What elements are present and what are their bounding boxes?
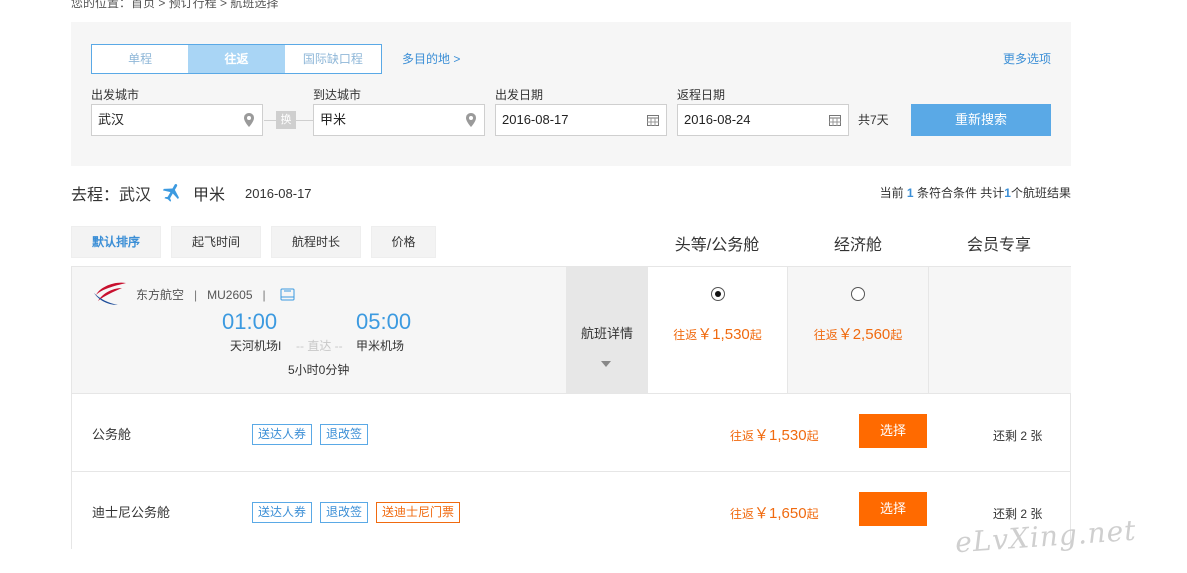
tab-one-way[interactable]: 单程 xyxy=(92,45,188,73)
multi-destination-link[interactable]: 多目的地 > xyxy=(402,50,460,67)
arrival-airport: 甲米机场 xyxy=(356,339,405,353)
trip-type-tabs: 单程 往返 国际缺口程 xyxy=(91,44,382,74)
from-city-label: 出发城市 xyxy=(91,88,140,102)
search-panel: 单程 往返 国际缺口程 多目的地 > 更多选项 出发城市 武汉 换 到达城市 甲… xyxy=(71,22,1071,166)
fare-radio-first-business[interactable] xyxy=(711,287,725,301)
fare-suffix: 起 xyxy=(749,328,762,342)
divider: | xyxy=(194,287,198,302)
airline-info: 东方航空 | MU2605 | xyxy=(136,286,295,303)
location-pin-icon xyxy=(244,113,254,127)
class-header-first-business: 头等/公务舱 xyxy=(674,237,760,254)
result-match-count: 1 xyxy=(906,186,914,200)
swap-line-left xyxy=(264,120,276,121)
tag-disney-ticket[interactable]: 送迪士尼门票 xyxy=(376,502,461,523)
china-eastern-logo-icon xyxy=(94,282,126,305)
fare-economy[interactable]: 往返￥2,560起 xyxy=(788,267,929,393)
seats-remaining: 还剩 2 张 xyxy=(993,507,1043,521)
sort-duration[interactable]: 航程时长 xyxy=(271,226,361,258)
fare-member xyxy=(929,267,1071,393)
more-options-link[interactable]: 更多选项 xyxy=(1003,50,1051,67)
tag-refund-change[interactable]: 退改签 xyxy=(320,502,369,523)
price-amount: ￥1,650 xyxy=(754,505,807,522)
cabin-row: 公务舱 送达人券 退改签 往返￥1,530起 选择 还剩 2 张 xyxy=(72,393,1070,471)
direct-flight-label: -- 直达 -- xyxy=(296,339,343,353)
result-text: 个航班结果 xyxy=(1010,186,1071,200)
cabin-price: 往返￥1,650起 xyxy=(730,502,819,523)
tag-refund-change[interactable]: 退改签 xyxy=(320,424,369,445)
flight-details-label: 航班详情 xyxy=(580,326,633,341)
tag-daren-voucher[interactable]: 送达人券 xyxy=(252,424,313,445)
depart-date-value: 2016-08-17 xyxy=(502,112,569,127)
depart-date-input[interactable]: 2016-08-17 xyxy=(495,104,667,136)
sort-default[interactable]: 默认排序 xyxy=(71,226,161,258)
chevron-down-icon xyxy=(601,361,611,367)
fare-prefix: 往返 xyxy=(673,328,698,342)
fare-first-business[interactable]: 往返￥1,530起 xyxy=(648,267,788,393)
result-text: 条符合条件 共计 xyxy=(916,186,1005,200)
cabin-name: 公务舱 xyxy=(92,427,132,442)
departure-airport: 天河机场I xyxy=(230,339,282,353)
airline-name: 东方航空 xyxy=(136,288,185,302)
to-city-input[interactable]: 甲米 xyxy=(313,104,485,136)
to-city-value: 甲米 xyxy=(320,112,347,127)
sort-price[interactable]: 价格 xyxy=(371,226,436,258)
fare-price: 往返￥2,560起 xyxy=(788,323,928,344)
return-date-label: 返程日期 xyxy=(677,88,726,102)
fare-amount: ￥1,530 xyxy=(697,326,750,343)
flight-number: MU2605 xyxy=(207,287,253,302)
from-city-input[interactable]: 武汉 xyxy=(91,104,263,136)
fare-radio-economy[interactable] xyxy=(851,287,865,301)
plane-icon xyxy=(162,184,179,202)
result-count: 当前 1 条符合条件 共计1个航班结果 xyxy=(880,184,1071,201)
to-city-label: 到达城市 xyxy=(313,88,362,102)
return-date-input[interactable]: 2016-08-24 xyxy=(677,104,849,136)
trip-days: 共7天 xyxy=(858,113,889,127)
class-header-economy: 经济舱 xyxy=(833,237,882,254)
cabin-row: 迪士尼公务舱 送达人券 退改签 送迪士尼门票 往返￥1,650起 选择 还剩 2… xyxy=(72,471,1070,549)
calendar-icon xyxy=(829,115,841,126)
tag-daren-voucher[interactable]: 送达人券 xyxy=(252,502,313,523)
depart-date-label: 出发日期 xyxy=(495,88,544,102)
fare-amount: ￥2,560 xyxy=(837,326,891,343)
flight-details-toggle[interactable]: 航班详情 xyxy=(566,267,648,393)
swap-line-right xyxy=(296,120,313,121)
price-prefix: 往返 xyxy=(730,429,755,443)
breadcrumb: 您的位置：首页 > 预订行程 > 航班选择 xyxy=(71,0,279,10)
sort-departure-time[interactable]: 起飞时间 xyxy=(171,226,261,258)
return-date-value: 2016-08-24 xyxy=(684,112,751,127)
price-suffix: 起 xyxy=(806,507,819,521)
select-button[interactable]: 选择 xyxy=(859,414,927,448)
flight-card: 东方航空 | MU2605 | 01:00 05:00 天河机场I -- 直达 … xyxy=(71,266,1071,549)
arrival-time: 05:00 xyxy=(356,309,412,334)
divider: | xyxy=(262,287,266,302)
route-destination: 甲米 xyxy=(193,187,226,204)
route-header: 去程：武汉 甲米 2016-08-17 xyxy=(71,181,312,205)
calendar-icon xyxy=(647,115,659,126)
tab-open-jaw[interactable]: 国际缺口程 xyxy=(285,45,381,73)
research-button[interactable]: 重新搜索 xyxy=(911,104,1051,136)
aircraft-info-icon[interactable] xyxy=(280,288,295,301)
result-text: 当前 xyxy=(879,186,904,200)
location-pin-icon xyxy=(466,113,476,127)
fare-price: 往返￥1,530起 xyxy=(648,323,787,344)
tab-round-trip[interactable]: 往返 xyxy=(188,45,285,73)
from-city-value: 武汉 xyxy=(98,112,125,127)
fare-suffix: 起 xyxy=(890,328,903,342)
route-date: 2016-08-17 xyxy=(245,185,312,201)
route-origin: 去程：武汉 xyxy=(71,187,152,204)
cabin-name: 迪士尼公务舱 xyxy=(92,505,171,520)
cabin-price: 往返￥1,530起 xyxy=(730,424,819,445)
select-button[interactable]: 选择 xyxy=(859,492,927,526)
flight-summary: 东方航空 | MU2605 | 01:00 05:00 天河机场I -- 直达 … xyxy=(72,267,566,393)
departure-time: 01:00 xyxy=(222,309,278,334)
flight-duration: 5小时0分钟 xyxy=(288,363,350,377)
class-header-member: 会员专享 xyxy=(966,237,1031,254)
price-suffix: 起 xyxy=(806,429,819,443)
fare-prefix: 往返 xyxy=(813,328,838,342)
seats-remaining: 还剩 2 张 xyxy=(993,429,1043,443)
result-total-count: 1 xyxy=(1004,186,1011,200)
price-amount: ￥1,530 xyxy=(754,427,807,444)
price-prefix: 往返 xyxy=(730,507,755,521)
swap-cities-button[interactable]: 换 xyxy=(276,111,296,129)
